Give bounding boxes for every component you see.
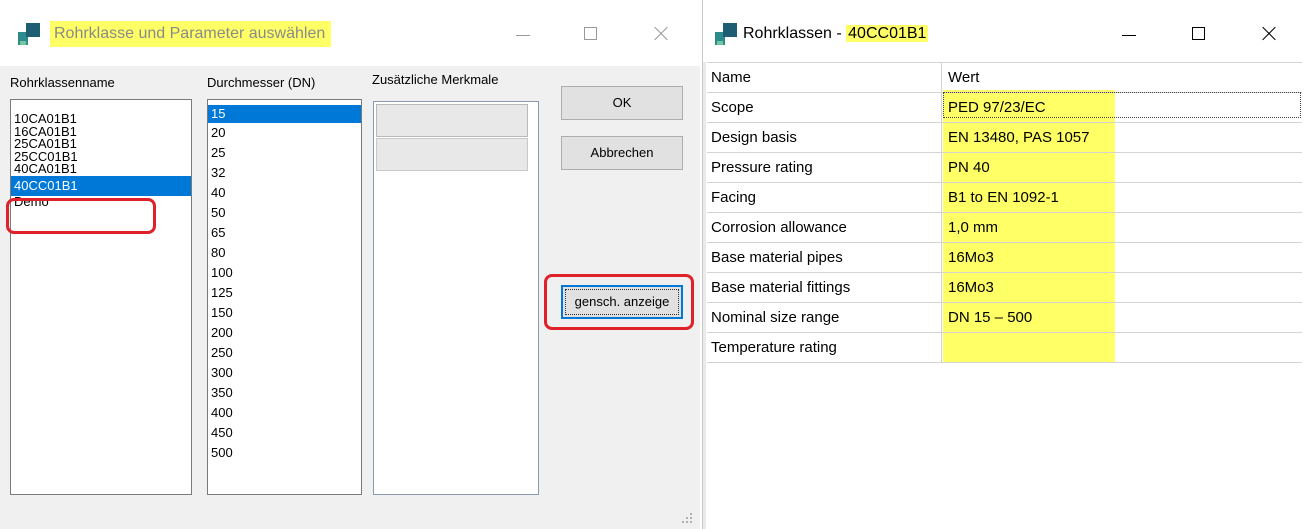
maximize-button[interactable] <box>1176 18 1222 50</box>
diameter-list-item[interactable]: 150 <box>208 303 361 323</box>
diameter-list-item[interactable]: 350 <box>208 383 361 403</box>
window-title: Rohrklassen - 40CC01B1 <box>743 25 929 42</box>
diameter-list-item[interactable]: 25 <box>208 143 361 163</box>
property-value[interactable]: DN 15 – 500 <box>943 303 1302 332</box>
features-listbox[interactable] <box>373 101 539 495</box>
property-row[interactable]: Nominal size range DN 15 – 500 <box>707 303 1302 333</box>
pipe-class-properties-window: Rohrklassen - 40CC01B1 Name Wert Scope PE… <box>702 0 1305 529</box>
diameter-list-item[interactable]: 32 <box>208 163 361 183</box>
diameter-list-item[interactable]: 20 <box>208 123 361 143</box>
features-cell <box>376 138 528 171</box>
close-button[interactable] <box>638 18 684 50</box>
diameter-list-item[interactable]: 15 <box>208 105 361 123</box>
class-list-item[interactable]: 16CA01B1 <box>11 126 191 139</box>
dialog-titlebar: Rohrklasse und Parameter auswählen <box>0 0 700 66</box>
cancel-button[interactable]: Abbrechen <box>561 136 683 170</box>
focused-cell-outline <box>943 92 1301 118</box>
minimize-button[interactable] <box>1106 18 1152 50</box>
diameter-list-item[interactable]: 400 <box>208 403 361 423</box>
maximize-icon <box>584 27 597 40</box>
diameter-list-item[interactable]: 40 <box>208 183 361 203</box>
select-pipe-class-dialog: Rohrklasse und Parameter auswählen Rohrk… <box>0 0 700 529</box>
property-name: Design basis <box>707 123 942 152</box>
property-row[interactable]: Facing B1 to EN 1092-1 <box>707 183 1302 213</box>
window-titlebar: Rohrklassen - 40CC01B1 <box>703 0 1305 66</box>
app-icon <box>18 23 40 45</box>
class-list-item[interactable]: 40CA01B1 <box>11 163 191 176</box>
grid-header-row: Name Wert <box>707 63 1302 93</box>
property-name: Pressure rating <box>707 153 942 182</box>
minimize-icon <box>516 35 530 36</box>
property-name: Base material pipes <box>707 243 942 272</box>
property-row[interactable]: Pressure rating PN 40 <box>707 153 1302 183</box>
property-name: Temperature rating <box>707 333 942 362</box>
diameter-list-item[interactable]: 500 <box>208 443 361 463</box>
minimize-button[interactable] <box>500 18 546 50</box>
diameter-label: Durchmesser (DN) <box>207 75 316 90</box>
property-row[interactable]: Base material pipes 16Mo3 <box>707 243 1302 273</box>
ok-button[interactable]: OK <box>561 86 683 120</box>
button-highlight-annotation <box>544 274 694 330</box>
property-value[interactable]: EN 13480, PAS 1057 <box>943 123 1302 152</box>
maximize-icon <box>1192 27 1205 40</box>
property-row[interactable]: Temperature rating <box>707 333 1302 363</box>
property-value[interactable]: 16Mo3 <box>943 273 1302 302</box>
property-row[interactable]: Corrosion allowance 1,0 mm <box>707 213 1302 243</box>
class-listbox[interactable]: 10CA01B1 16CA01B1 25CA01B1 25CC01B1 40CA01B1… <box>10 99 192 495</box>
dialog-title: Rohrklasse und Parameter auswählen <box>50 21 332 47</box>
features-label: Zusätzliche Merkmale <box>372 72 499 87</box>
property-name: Nominal size range <box>707 303 942 332</box>
class-name-label: Rohrklassenname <box>10 75 115 90</box>
diameter-list-item[interactable]: 80 <box>208 243 361 263</box>
diameter-list-item[interactable]: 50 <box>208 203 361 223</box>
diameter-list-item[interactable]: 300 <box>208 363 361 383</box>
close-button[interactable] <box>1246 18 1292 50</box>
name-column-header: Name <box>707 63 942 92</box>
minimize-icon <box>1122 35 1136 36</box>
class-list-item[interactable]: 25CA01B1 <box>11 138 191 151</box>
property-name: Facing <box>707 183 942 212</box>
property-row[interactable]: Design basis EN 13480, PAS 1057 <box>707 123 1302 153</box>
features-header-cell <box>376 104 528 137</box>
value-column-header: Wert <box>948 69 980 86</box>
diameter-list-item[interactable]: 450 <box>208 423 361 443</box>
property-name: Corrosion allowance <box>707 213 942 242</box>
app-icon <box>715 23 737 45</box>
property-value[interactable] <box>943 333 1302 362</box>
property-name: Scope <box>707 93 942 122</box>
diameter-list-item[interactable]: 250 <box>208 343 361 363</box>
class-list-item[interactable]: 25CC01B1 <box>11 151 191 164</box>
property-value[interactable]: B1 to EN 1092-1 <box>943 183 1302 212</box>
diameter-listbox[interactable]: 15 20 25 32 40 50 65 80 100 125 150 200 250 300 350 400… <box>207 99 362 495</box>
maximize-button[interactable] <box>568 18 614 50</box>
property-value[interactable]: 16Mo3 <box>943 243 1302 272</box>
property-name: Base material fittings <box>707 273 942 302</box>
window-title-class: 40CC01B1 <box>846 25 929 42</box>
diameter-list-item[interactable]: 200 <box>208 323 361 343</box>
diameter-list-item[interactable]: 65 <box>208 223 361 243</box>
class-list-item[interactable]: 10CA01B1 <box>11 113 191 126</box>
property-value[interactable]: PN 40 <box>943 153 1302 182</box>
property-row[interactable]: Base material fittings 16Mo3 <box>707 273 1302 303</box>
resize-grip-icon[interactable] <box>682 513 692 523</box>
class-highlight-annotation <box>6 198 156 234</box>
property-value[interactable]: 1,0 mm <box>943 213 1302 242</box>
diameter-list-item[interactable]: 125 <box>208 283 361 303</box>
class-list-item[interactable]: 40CC01B1 <box>11 175 191 196</box>
diameter-list-item[interactable]: 100 <box>208 263 361 283</box>
